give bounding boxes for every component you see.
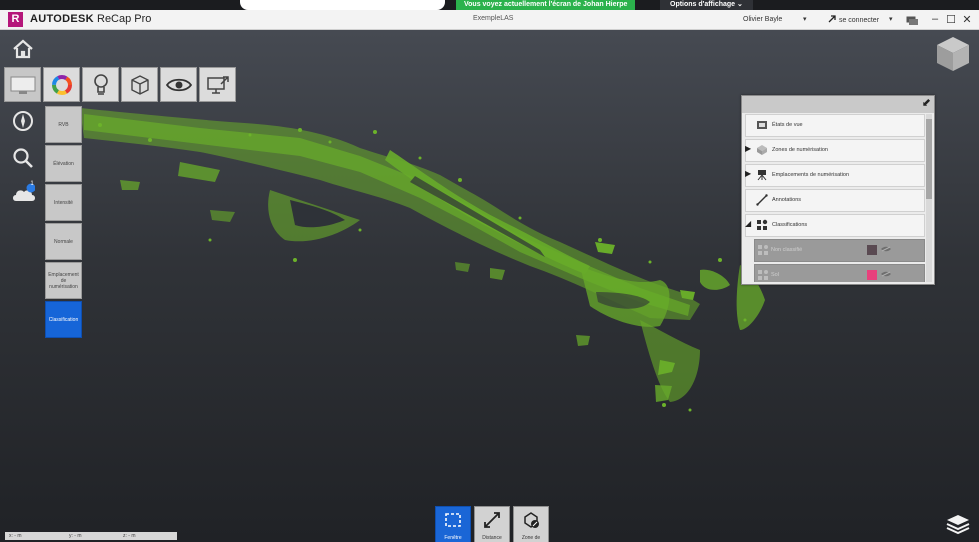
expand-arrow-icon[interactable]: ▶ <box>745 144 753 153</box>
classification-row-1[interactable]: Sol <box>754 264 925 282</box>
export-view-button[interactable] <box>199 67 236 102</box>
classification-row-0[interactable]: Non classifié <box>754 239 925 262</box>
display-mode-4[interactable]: Emplacement de numérisation <box>45 262 82 299</box>
connect-button[interactable]: se connecter <box>828 15 879 24</box>
distance-icon <box>483 511 501 529</box>
class-color-swatch[interactable] <box>867 245 877 255</box>
panel-list: États de vue ▶ Zones de numérisation ▶ Empla… <box>745 114 925 282</box>
lighting-button[interactable] <box>82 67 119 102</box>
measure-toolbar: Fenêtre Distance Zone de <box>435 506 549 542</box>
display-settings-icon <box>10 76 35 94</box>
eye-icon <box>165 78 192 91</box>
panel-item-label: États de vue <box>772 122 803 128</box>
expanded-arrow-icon[interactable]: ◢ <box>745 219 753 228</box>
scrollbar-thumb[interactable] <box>926 119 932 199</box>
panel-scrollbar[interactable] <box>926 114 932 282</box>
coord-x: x: - m <box>9 533 22 539</box>
app-logo: R <box>8 12 23 27</box>
measure-tool-label: Distance <box>482 535 502 541</box>
layers-icon[interactable] <box>946 513 970 535</box>
panel-item-2[interactable]: ▶ Emplacements de numérisation <box>745 164 925 187</box>
cloud-badge: 1 <box>30 181 34 187</box>
visibility-button[interactable] <box>160 67 197 102</box>
document-title: ExempleLAS <box>473 15 514 22</box>
lightbulb-icon <box>93 73 108 95</box>
display-mode-list: RVB Élévation Intensité Normale Emplacement … <box>45 106 82 338</box>
panel-item-label: Classifications <box>772 222 808 228</box>
panel-item-3[interactable]: Annotations <box>745 189 925 212</box>
panel-header: ⬋ <box>742 96 934 113</box>
maximize-button[interactable]: ☐ <box>944 13 958 26</box>
panel-item-label: Emplacements de numérisation <box>772 172 850 178</box>
annotation-line-icon <box>756 194 768 206</box>
zone-icon <box>522 511 540 529</box>
display-mode-1[interactable]: Élévation <box>45 145 82 182</box>
cube-icon <box>130 74 149 95</box>
user-dropdown-icon[interactable]: ▾ <box>803 15 807 23</box>
home-icon[interactable] <box>11 37 35 61</box>
search-icon[interactable] <box>11 146 35 170</box>
cloud-icon[interactable]: 1 <box>11 181 35 206</box>
coord-y: y: - m <box>69 533 82 539</box>
view-cube[interactable] <box>934 35 972 73</box>
measure-tool-1[interactable]: Distance <box>474 506 510 542</box>
coordinate-readout: x: - m y: - m z: - m <box>5 532 177 540</box>
color-wheel-icon <box>51 74 72 95</box>
view-states-icon <box>756 119 768 131</box>
panel-item-1[interactable]: ▶ Zones de numérisation <box>745 139 925 162</box>
regions-icon <box>756 144 768 156</box>
display-mode-3[interactable]: Normale <box>45 223 82 260</box>
display-settings-button[interactable] <box>4 67 41 102</box>
screen-share-banner: Vous voyez actuellement l'écran de Johan… <box>456 0 636 10</box>
class-cube-icon <box>757 269 769 281</box>
view-cube-icon <box>937 37 969 71</box>
expand-arrow-icon[interactable]: ▶ <box>745 169 753 178</box>
screen-export-icon <box>206 75 229 94</box>
measure-tool-0[interactable]: Fenêtre <box>435 506 471 542</box>
connect-label: se connecter <box>838 17 880 24</box>
close-button[interactable]: ✕ <box>960 13 974 26</box>
view-toolbar <box>4 67 236 102</box>
display-mode-0[interactable]: RVB <box>45 106 82 143</box>
visibility-toggle-icon[interactable] <box>881 245 891 254</box>
limit-box-button[interactable] <box>121 67 158 102</box>
meeting-bar: Vous voyez actuellement l'écran de Johan… <box>0 0 979 10</box>
visibility-toggle-icon[interactable] <box>881 270 891 279</box>
brand-name: ReCap Pro <box>97 13 152 25</box>
minimize-button[interactable]: – <box>928 13 942 25</box>
view-options-button[interactable]: Options d'affichage ⌄ <box>660 0 753 10</box>
class-color-swatch[interactable] <box>867 270 877 280</box>
title-bar: R AUTODESK ReCap Pro ExempleLAS Olivier … <box>0 10 979 30</box>
compass-icon[interactable] <box>11 109 35 133</box>
classification-label: Sol <box>771 272 779 278</box>
measure-tool-2[interactable]: Zone de <box>513 506 549 542</box>
panel-item-0[interactable]: États de vue <box>745 114 925 137</box>
point-cloud-viewport[interactable]: 1 RVB Élévation Intensité Normale Emplac… <box>0 30 979 542</box>
window-select-icon <box>444 511 462 529</box>
class-cube-icon <box>757 244 769 256</box>
display-mode-2[interactable]: Intensité <box>45 184 82 221</box>
scan-locations-icon <box>756 169 768 181</box>
measure-tool-label: Zone de <box>521 535 541 541</box>
project-navigator-panel: ⬋ États de vue ▶ Zones de numérisation ▶ Emp… <box>741 95 935 285</box>
brand-bold: AUTODESK <box>30 13 94 25</box>
display-mode-5[interactable]: Classification <box>45 301 82 338</box>
panel-item-label: Zones de numérisation <box>772 147 828 153</box>
panel-item-label: Annotations <box>772 197 802 203</box>
connect-dropdown-icon[interactable]: ▾ <box>889 15 893 23</box>
collapse-panel-icon[interactable]: ⬋ <box>922 98 931 109</box>
coord-z: z: - m <box>123 533 136 539</box>
color-mode-button[interactable] <box>43 67 80 102</box>
measure-tool-label: Fenêtre <box>444 535 462 541</box>
classification-label: Non classifié <box>771 247 803 253</box>
meeting-pill <box>240 0 445 10</box>
connect-icon <box>828 15 836 23</box>
user-name[interactable]: Olivier Bayle <box>743 16 782 23</box>
app-brand: AUTODESK ReCap Pro <box>30 13 151 25</box>
classifications-icon <box>756 219 768 231</box>
panel-item-4[interactable]: ◢ Classifications <box>745 214 925 237</box>
